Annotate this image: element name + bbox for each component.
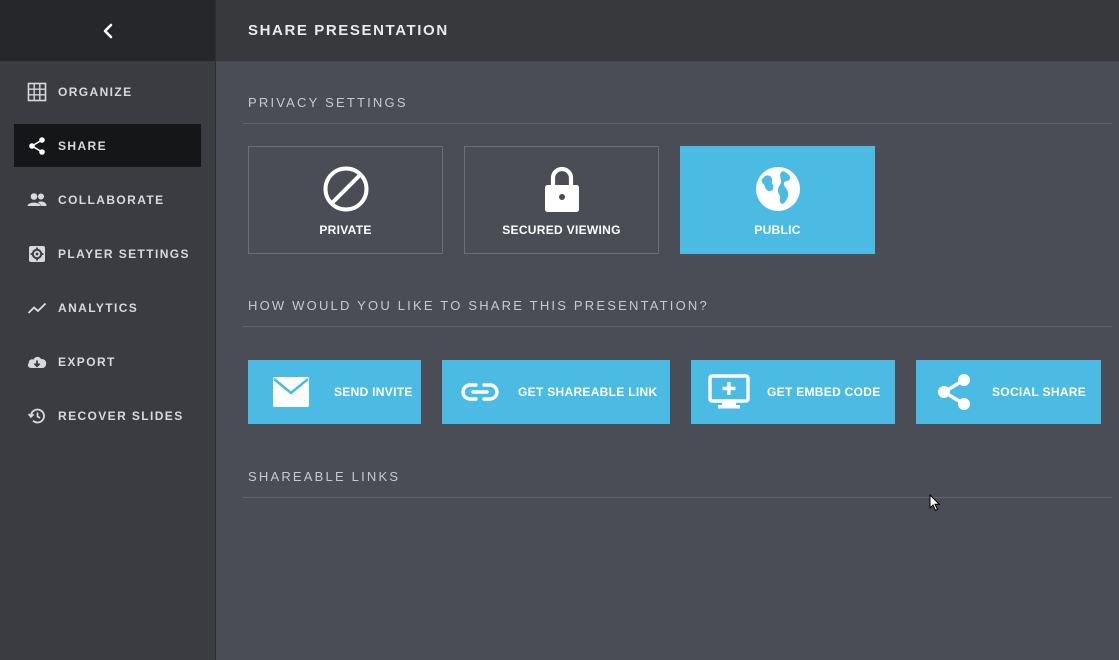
share-section-title: HOW WOULD YOU LIKE TO SHARE THIS PRESENT… (248, 298, 709, 313)
sidebar-item-player-settings[interactable]: PLAYER SETTINGS (14, 232, 201, 275)
sidebar-item-label: COLLABORATE (58, 192, 165, 207)
gear-icon (26, 243, 48, 265)
chevron-left-icon (103, 23, 112, 38)
people-icon (26, 189, 48, 211)
privacy-option-public[interactable]: PUBLIC (680, 146, 875, 254)
history-icon (26, 405, 48, 427)
sidebar-item-label: EXPORT (58, 354, 116, 369)
sidebar-item-recover-slides[interactable]: RECOVER SLIDES (14, 394, 201, 437)
sidebar-item-organize[interactable]: ORGANIZE (14, 70, 201, 113)
embed-icon (691, 374, 767, 410)
sidebar-item-label: RECOVER SLIDES (58, 408, 184, 423)
share-button-label: GET SHAREABLE LINK (518, 385, 658, 399)
social-share-button[interactable]: SOCIAL SHARE (916, 360, 1101, 424)
privacy-option-label: PRIVATE (319, 223, 372, 237)
sidebar-item-collaborate[interactable]: COLLABORATE (14, 178, 201, 221)
globe-icon (754, 164, 802, 214)
back-button[interactable] (93, 16, 123, 46)
share-button-label: SOCIAL SHARE (992, 385, 1087, 399)
sidebar-item-label: SHARE (58, 138, 108, 153)
privacy-option-secured-viewing[interactable]: SECURED VIEWING (464, 146, 659, 254)
send-invite-button[interactable]: SEND INVITE (248, 360, 421, 424)
mouse-cursor-icon (929, 494, 941, 512)
trend-icon (26, 297, 48, 319)
sidebar-nav: ORGANIZE SHARE COLLABORATE PLAYER SETTIN… (14, 70, 201, 448)
share-icon (26, 135, 48, 157)
sidebar-item-share[interactable]: SHARE (14, 124, 201, 167)
divider (243, 326, 1112, 327)
privacy-section-title: PRIVACY SETTINGS (248, 95, 408, 110)
envelope-icon (248, 376, 334, 408)
privacy-option-label: PUBLIC (754, 223, 801, 237)
privacy-option-private[interactable]: PRIVATE (248, 146, 443, 254)
header-bar: SHARE PRESENTATION (216, 0, 1119, 61)
privacy-option-label: SECURED VIEWING (502, 223, 621, 237)
sidebar-item-label: ANALYTICS (58, 300, 139, 315)
share-button-label: GET EMBED CODE (767, 385, 881, 399)
divider (243, 123, 1112, 124)
cloud-download-icon (26, 351, 48, 373)
sidebar-item-analytics[interactable]: ANALYTICS (14, 286, 201, 329)
link-icon (442, 382, 518, 402)
sidebar-header (0, 0, 215, 61)
sidebar: ORGANIZE SHARE COLLABORATE PLAYER SETTIN… (0, 0, 216, 660)
block-icon (322, 164, 370, 214)
get-shareable-link-button[interactable]: GET SHAREABLE LINK (442, 360, 670, 424)
get-embed-code-button[interactable]: GET EMBED CODE (691, 360, 895, 424)
sidebar-item-label: PLAYER SETTINGS (58, 246, 190, 261)
grid-icon (26, 81, 48, 103)
share-icon (916, 373, 992, 411)
page-title: SHARE PRESENTATION (248, 22, 449, 39)
divider (243, 497, 1112, 498)
sidebar-item-export[interactable]: EXPORT (14, 340, 201, 383)
shareable-links-section-title: SHAREABLE LINKS (248, 469, 401, 484)
share-button-label: SEND INVITE (334, 385, 413, 399)
sidebar-item-label: ORGANIZE (58, 84, 133, 99)
lock-icon (542, 164, 582, 214)
